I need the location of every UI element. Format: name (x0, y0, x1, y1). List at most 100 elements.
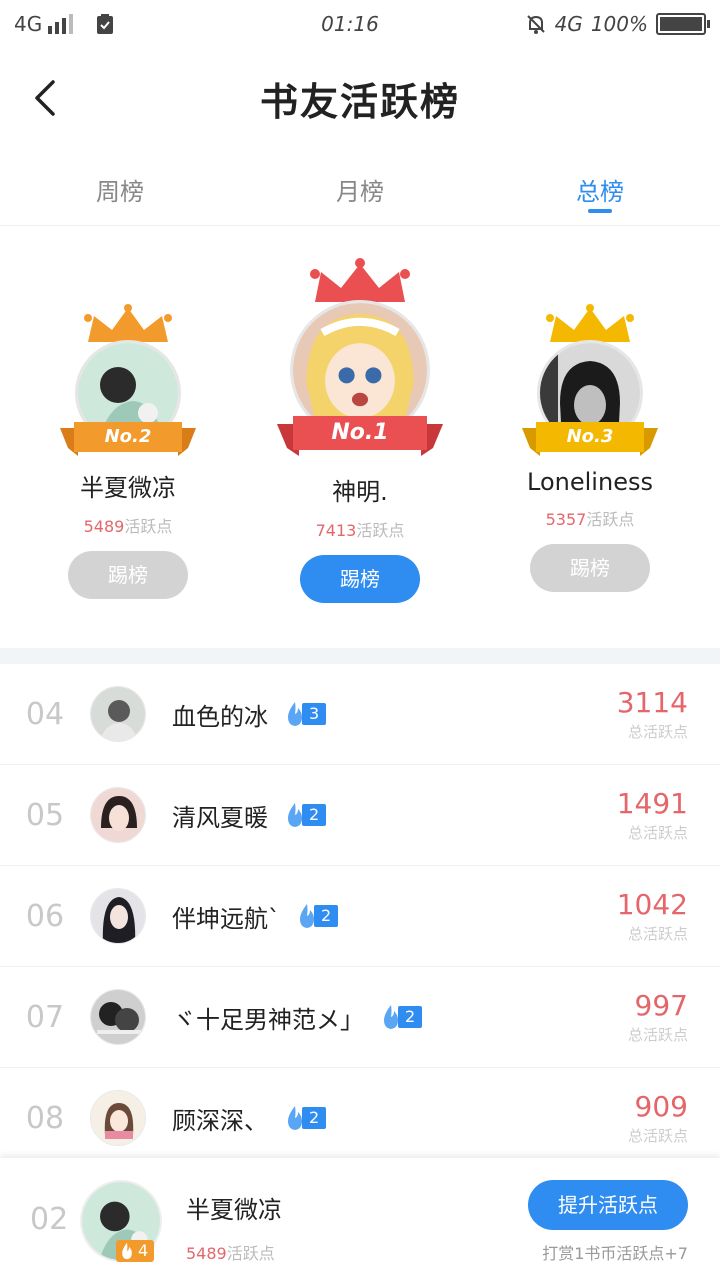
list-item[interactable]: 07 ヾ十足男神范メ」 2 997 总活跃点 (0, 967, 720, 1068)
tab-total[interactable]: 总榜 (480, 150, 720, 225)
rank-ribbon: No.3 (522, 418, 658, 458)
kick-button[interactable]: 踢榜 (300, 555, 420, 603)
my-rank-number: 02 (30, 1202, 69, 1237)
user-points: 5357活跃点 (520, 506, 660, 530)
avatar[interactable] (90, 787, 146, 843)
points-suffix: 活跃点 (356, 521, 405, 540)
sim-check-icon (97, 14, 114, 34)
rank-ribbon: No.2 (60, 418, 196, 458)
points-value: 5489 (83, 517, 125, 536)
list-item[interactable]: 06 伴坤远航` 2 1042 总活跃点 (0, 866, 720, 967)
rank-number: 05 (25, 797, 65, 833)
tab-monthly[interactable]: 月榜 (240, 150, 480, 225)
level-number: 2 (314, 905, 339, 927)
podium: No.2 半夏微凉 5489活跃点 踢榜 No.1 神明. 7413活跃点 踢榜 (0, 226, 720, 646)
list-item[interactable]: 05 清风夏暖 2 1491 总活跃点 (0, 765, 720, 866)
page-title: 书友活跃榜 (259, 79, 460, 124)
rank-label: No.1 (331, 420, 389, 445)
level-number: 3 (302, 703, 327, 725)
status-left: 4G (14, 12, 254, 36)
score-value: 1491 (616, 787, 688, 820)
level-badge: 2 (296, 904, 339, 928)
avatar-image (91, 990, 145, 1044)
tab-weekly[interactable]: 周榜 (0, 150, 240, 225)
signal-icon (48, 14, 74, 34)
boost-activity-button[interactable]: 提升活跃点 (528, 1180, 688, 1230)
score-label: 总活跃点 (627, 723, 688, 741)
avatar-image (91, 687, 145, 741)
score-value: 909 (634, 1090, 688, 1123)
score: 1491 总活跃点 (617, 787, 688, 843)
score: 3114 总活跃点 (617, 686, 688, 742)
kick-button[interactable]: 踢榜 (68, 551, 188, 599)
podium-second: No.2 半夏微凉 5489活跃点 踢榜 (58, 302, 198, 599)
list-item[interactable]: 04 血色的冰 3 3114 总活跃点 (0, 664, 720, 765)
podium-first: No.1 神明. 7413活跃点 踢榜 (260, 256, 460, 603)
avatar-image (91, 788, 145, 842)
user-name: 神明. (332, 478, 388, 506)
score-label: 总活跃点 (627, 1026, 688, 1044)
status-right: 4G 100% (446, 12, 710, 36)
rank-label: No.3 (566, 426, 614, 447)
list-item[interactable]: 08 顾深深、 2 909 总活跃点 (0, 1068, 720, 1169)
back-button[interactable] (24, 74, 64, 122)
battery-percent: 100% (590, 12, 648, 36)
boost-tip: 打赏1书币活跃点+7 (542, 1244, 688, 1263)
points-value: 5489 (186, 1244, 227, 1263)
level-badge: 2 (380, 1005, 423, 1029)
level-number: 2 (302, 1107, 327, 1129)
points-value: 7413 (315, 521, 357, 540)
my-level-badge: 4 (116, 1240, 155, 1262)
level-badge: 2 (284, 1106, 327, 1130)
user-points: 5489活跃点 (58, 513, 198, 537)
rank-ribbon: No.1 (277, 412, 443, 458)
rank-label: No.2 (104, 426, 152, 447)
score-label: 总活跃点 (627, 824, 688, 842)
rank-number: 06 (25, 898, 65, 934)
flame-icon (122, 1242, 132, 1260)
my-name: 半夏微凉 (186, 1196, 282, 1224)
battery-icon (656, 13, 710, 35)
kick-button[interactable]: 踢榜 (530, 544, 650, 592)
score-value: 3114 (616, 686, 688, 719)
points-suffix: 活跃点 (586, 510, 635, 529)
rank-number: 07 (25, 999, 65, 1035)
user-name: Loneliness (527, 468, 653, 496)
avatar[interactable] (90, 686, 146, 742)
status-bar: 4G 01:16 4G 100% (0, 0, 720, 48)
points-suffix: 活跃点 (226, 1244, 275, 1263)
avatar[interactable] (90, 1090, 146, 1146)
points-value: 5357 (545, 510, 587, 529)
network-type-left: 4G (14, 12, 43, 36)
rank-number: 08 (25, 1100, 65, 1136)
avatar[interactable] (90, 989, 146, 1045)
user-name: ヾ十足男神范メ」 (172, 1005, 364, 1034)
user-name: 顾深深、 (172, 1106, 268, 1135)
user-name: 清风夏暖 (172, 803, 268, 832)
score-label: 总活跃点 (627, 1127, 688, 1145)
score-value: 1042 (616, 888, 688, 921)
level-badge: 2 (284, 803, 327, 827)
level-number: 4 (138, 1241, 149, 1260)
my-rank-bar: 02 4 半夏微凉 5489活跃点 提升活跃点 打赏1书币活跃点+7 (0, 1158, 720, 1280)
points-suffix: 活跃点 (124, 517, 173, 536)
network-type-right: 4G (554, 12, 583, 36)
rank-number: 04 (25, 696, 65, 732)
level-number: 2 (302, 804, 327, 826)
status-time: 01:16 (321, 12, 379, 36)
user-name: 伴坤远航` (172, 904, 280, 933)
score-value: 997 (634, 989, 688, 1022)
avatar-image (91, 1091, 145, 1145)
tab-bar: 周榜 月榜 总榜 (0, 150, 720, 226)
level-badge: 3 (284, 702, 327, 726)
level-number: 2 (398, 1006, 423, 1028)
score: 997 总活跃点 (628, 989, 688, 1045)
score-label: 总活跃点 (627, 925, 688, 943)
header: 书友活跃榜 (0, 48, 720, 148)
avatar[interactable] (90, 888, 146, 944)
score: 1042 总活跃点 (617, 888, 688, 944)
user-name: 半夏微凉 (80, 474, 176, 502)
section-divider (0, 648, 720, 664)
rank-list: 04 血色的冰 3 3114 总活跃点 05 清风夏暖 2 1491 总活跃点 … (0, 664, 720, 1169)
user-points: 7413活跃点 (260, 517, 460, 541)
